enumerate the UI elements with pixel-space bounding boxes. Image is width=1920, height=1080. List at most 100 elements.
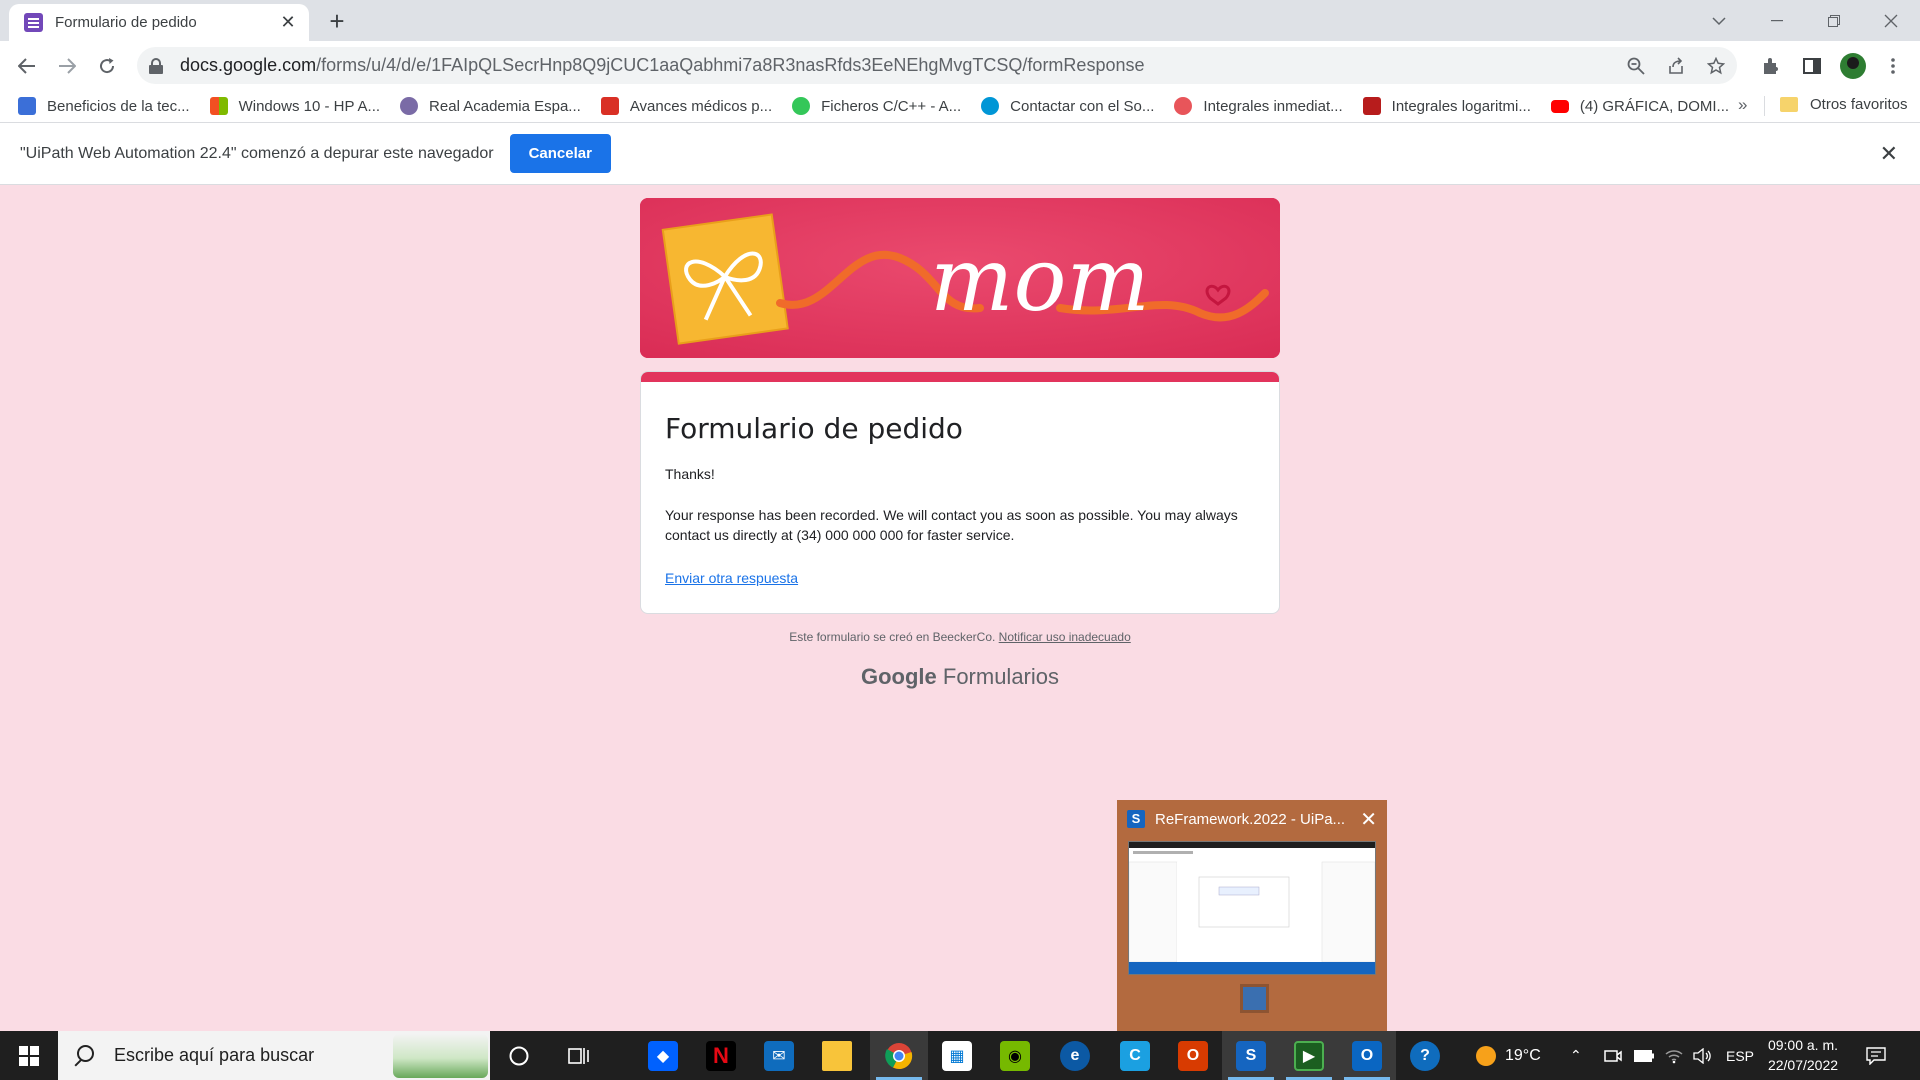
- restore-icon[interactable]: [1805, 0, 1862, 41]
- notifications-icon[interactable]: [1866, 1031, 1886, 1080]
- forward-icon[interactable]: [50, 49, 84, 83]
- netflix-icon[interactable]: N: [692, 1031, 750, 1080]
- extensions-icon[interactable]: [1754, 49, 1788, 83]
- bookmark-item[interactable]: Contactar con el So...: [981, 97, 1154, 115]
- bookmark-item[interactable]: Windows 10 - HP A...: [209, 97, 381, 115]
- header-word: mom: [930, 228, 1150, 331]
- office-icon[interactable]: O: [1164, 1031, 1222, 1080]
- start-button[interactable]: [0, 1031, 58, 1080]
- preview-minimized-icon: [1240, 984, 1269, 1013]
- windows-icon: [209, 97, 228, 115]
- bookmark-label: Beneficios de la tec...: [47, 97, 190, 115]
- system-clock[interactable]: 09:00 a. m. 22/07/2022: [1762, 1035, 1844, 1075]
- temperature: 19°C: [1505, 1046, 1541, 1064]
- bookmark-item[interactable]: Integrales inmediat...: [1174, 97, 1343, 115]
- bookmarks-divider: [1764, 96, 1765, 116]
- infobar-close-icon[interactable]: ✕: [1880, 141, 1898, 167]
- other-bookmarks-folder[interactable]: Otros favoritos: [1780, 96, 1908, 113]
- browser-titlebar: Formulario de pedido ✕ +: [0, 0, 1920, 41]
- menu-dots-icon[interactable]: [1876, 49, 1910, 83]
- taskbar-search-box[interactable]: Escribe aquí para buscar: [58, 1031, 490, 1080]
- window-close-icon[interactable]: [1862, 0, 1919, 41]
- browser-toolbar: docs.google.com/forms/u/4/d/e/1FAIpQLSec…: [0, 41, 1920, 90]
- weather-sun-icon: [1476, 1045, 1496, 1066]
- taskbar-window-preview[interactable]: S ReFramework.2022 - UiPa... ✕: [1117, 800, 1387, 1031]
- zoom-icon[interactable]: [1623, 53, 1649, 79]
- youtube-icon: [1550, 99, 1569, 113]
- minimize-icon[interactable]: [1748, 0, 1805, 41]
- bookmark-item[interactable]: (4) GRÁFICA, DOMI...: [1550, 97, 1730, 115]
- nvidia-icon[interactable]: ◉: [986, 1031, 1044, 1080]
- search-icon: [72, 1044, 94, 1067]
- outlook-icon[interactable]: O: [1338, 1031, 1396, 1080]
- back-icon[interactable]: [10, 49, 44, 83]
- task-view-button[interactable]: [550, 1031, 608, 1080]
- tab-close-icon[interactable]: ✕: [277, 12, 299, 33]
- cortana-button[interactable]: [490, 1031, 548, 1080]
- tab-search-icon[interactable]: [1690, 0, 1747, 41]
- reload-icon[interactable]: [90, 49, 124, 83]
- bookmark-label: (4) GRÁFICA, DOMI...: [1579, 97, 1730, 115]
- weather-widget[interactable]: 19°C: [1476, 1031, 1541, 1080]
- submit-another-response-link[interactable]: Enviar otra respuesta: [665, 570, 798, 586]
- bookmark-label: Real Academia Espa...: [429, 97, 581, 115]
- share-icon[interactable]: [1663, 53, 1689, 79]
- language-indicator[interactable]: ESP: [1726, 1031, 1754, 1080]
- address-bar[interactable]: docs.google.com/forms/u/4/d/e/1FAIpQLSec…: [137, 47, 1737, 84]
- store-icon[interactable]: ▦: [928, 1031, 986, 1080]
- bookmark-item[interactable]: Ficheros C/C++ - A...: [792, 97, 961, 115]
- uipath-studio-icon: S: [1127, 810, 1145, 828]
- browser-tab[interactable]: Formulario de pedido ✕: [9, 4, 309, 41]
- bookmark-label: Windows 10 - HP A...: [238, 97, 381, 115]
- bookmark-label: Ficheros C/C++ - A...: [821, 97, 962, 115]
- debugging-infobar: "UiPath Web Automation 22.4" comenzó a d…: [0, 122, 1920, 185]
- uipath-assistant-icon[interactable]: ▶: [1280, 1031, 1338, 1080]
- meet-now-icon[interactable]: [1604, 1031, 1622, 1080]
- cancel-debugging-button[interactable]: Cancelar: [509, 134, 611, 173]
- new-tab-button[interactable]: +: [322, 6, 352, 36]
- hp-icon: [981, 97, 1000, 115]
- search-placeholder: Escribe aquí para buscar: [114, 1045, 315, 1065]
- tray-overflow-icon[interactable]: ⌃: [1570, 1031, 1582, 1080]
- bookmark-item[interactable]: Real Academia Espa...: [400, 97, 581, 115]
- google-forms-logo[interactable]: Google Formularios: [640, 664, 1280, 690]
- ccleaner-icon[interactable]: C: [1106, 1031, 1164, 1080]
- bookmark-label: Avances médicos p...: [629, 97, 773, 115]
- windows-logo-icon: [19, 1045, 39, 1066]
- confirmation-message: Your response has been recorded. We will…: [665, 507, 1238, 543]
- preview-close-icon[interactable]: ✕: [1360, 807, 1377, 832]
- chrome-icon[interactable]: [870, 1031, 928, 1080]
- profile-avatar[interactable]: [1836, 49, 1870, 83]
- bookmarks-bar: Beneficios de la tec... Windows 10 - HP …: [0, 90, 1920, 122]
- battery-icon[interactable]: [1634, 1031, 1654, 1080]
- thanks-text: Thanks!: [665, 466, 715, 482]
- report-abuse-link[interactable]: Notificar uso inadecuado: [999, 630, 1131, 644]
- uipath-studio-taskbar-icon[interactable]: S: [1222, 1031, 1280, 1080]
- volume-icon[interactable]: [1692, 1031, 1712, 1080]
- bookmark-label: Integrales inmediat...: [1203, 97, 1343, 115]
- search-highlight-image: [393, 1033, 488, 1078]
- form-title: Formulario de pedido: [665, 412, 963, 445]
- edge-icon[interactable]: e: [1046, 1031, 1104, 1080]
- side-panel-icon[interactable]: [1795, 49, 1829, 83]
- bookmark-item[interactable]: Integrales logaritmi...: [1362, 97, 1531, 115]
- bookmark-label: Contactar con el So...: [1010, 97, 1155, 115]
- preview-title: ReFramework.2022 - UiPa...: [1155, 810, 1346, 828]
- more-bookmarks-button[interactable]: »: [1738, 95, 1747, 115]
- mail-icon[interactable]: ✉: [750, 1031, 808, 1080]
- file-explorer-icon[interactable]: [808, 1031, 866, 1080]
- form-header-image: mom: [640, 198, 1280, 358]
- preview-image[interactable]: [1128, 841, 1376, 975]
- lock-icon[interactable]: [149, 57, 163, 74]
- help-icon[interactable]: ?: [1396, 1031, 1454, 1080]
- bookmark-star-icon[interactable]: [1703, 53, 1729, 79]
- bookmark-label: Integrales logaritmi...: [1391, 97, 1531, 115]
- windows-taskbar: Escribe aquí para buscar ◆ N ✉ ▦ ◉ e C O…: [0, 1031, 1920, 1080]
- wifi-icon[interactable]: [1664, 1031, 1684, 1080]
- bookmark-item[interactable]: Avances médicos p...: [600, 97, 773, 115]
- card-accent-bar: [641, 372, 1279, 382]
- dropbox-icon[interactable]: ◆: [634, 1031, 692, 1080]
- google-wordmark: Google: [860, 664, 937, 689]
- bookmark-item[interactable]: Beneficios de la tec...: [18, 97, 190, 115]
- clock-date: 22/07/2022: [1767, 1057, 1839, 1073]
